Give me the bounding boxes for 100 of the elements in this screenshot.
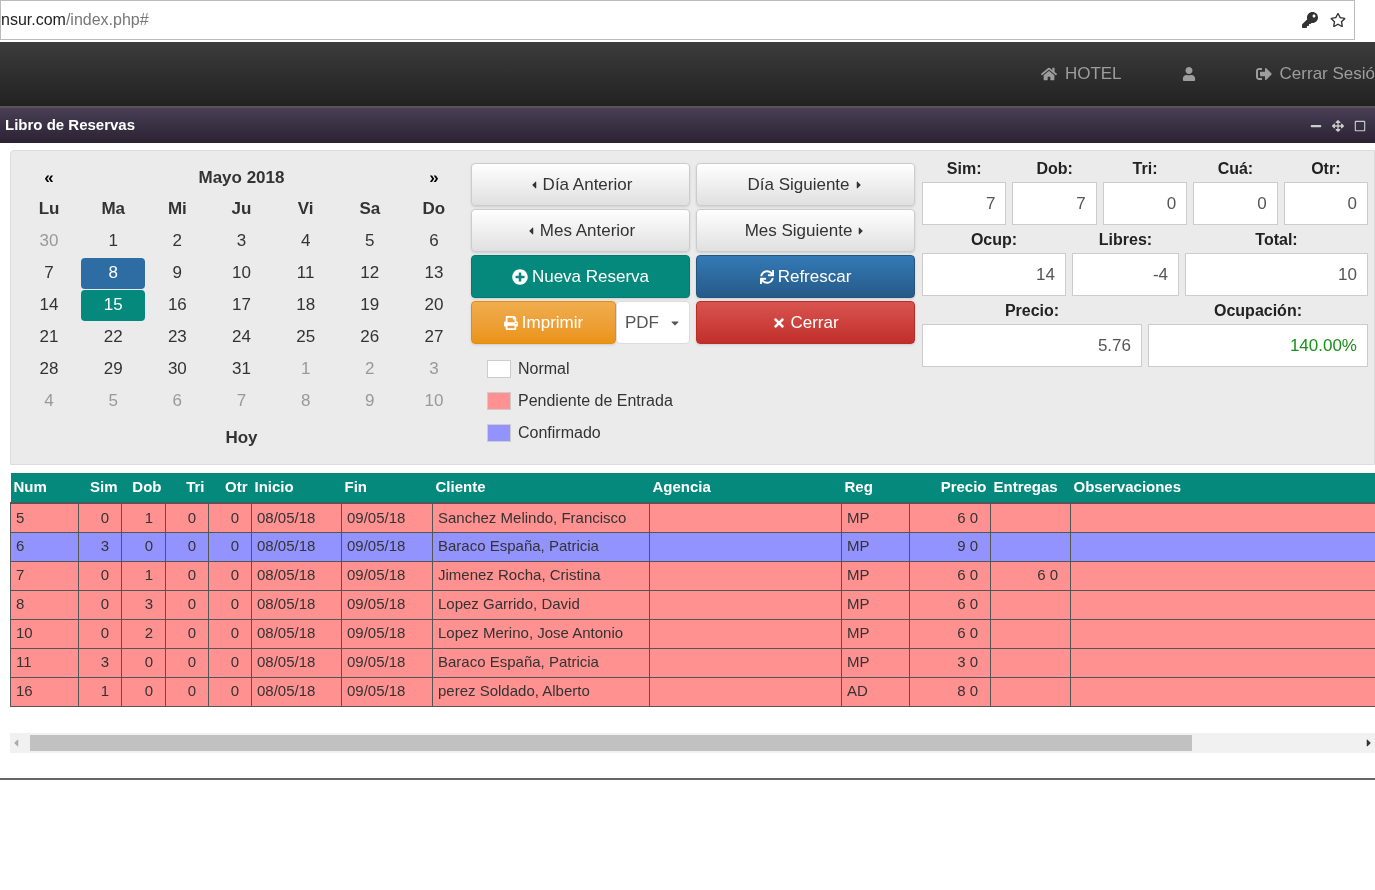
table-cell: 0 xyxy=(78,503,122,532)
calendar-day[interactable]: 21 xyxy=(17,321,82,353)
table-cell: Jimenez Rocha, Cristina xyxy=(432,561,650,590)
table-cell: Baraco España, Patricia xyxy=(432,532,650,561)
table-cell: 6 0 xyxy=(990,561,1071,590)
stat-field[interactable]: 7 xyxy=(1012,182,1097,225)
reservation-row[interactable]: 10 0 2 0 0 08/05/18 09/05/18 Lopez Merino, Jose Antonio MP 6 0 xyxy=(10,619,1375,648)
prev-month-link[interactable]: « xyxy=(17,165,82,191)
stat-field[interactable]: 0 xyxy=(1283,182,1369,225)
nav-link[interactable]: HOTEL xyxy=(1040,61,1122,87)
calendar-day[interactable]: 18 xyxy=(273,289,338,321)
calendar-day[interactable]: 3 xyxy=(209,225,274,257)
calendar-day[interactable]: 9 xyxy=(145,257,210,289)
calendar-day[interactable]: 7 xyxy=(17,257,82,289)
table-cell: 5 xyxy=(10,503,79,532)
reservation-row[interactable]: 6 3 0 0 0 08/05/18 09/05/18 Baraco España, Patricia MP 9 0 xyxy=(10,532,1375,561)
table-cell: 09/05/18 xyxy=(341,619,433,648)
scrollbar-thumb[interactable] xyxy=(30,734,1192,751)
calendar-day[interactable]: 22 xyxy=(81,321,146,353)
close-icon xyxy=(772,315,787,330)
table-cell: MP xyxy=(841,648,910,677)
stat-field[interactable]: -4 xyxy=(1072,253,1179,296)
legend-label: Confirmado xyxy=(518,423,601,443)
move-icon[interactable] xyxy=(1332,119,1344,132)
stat-field[interactable]: 7 xyxy=(922,182,1007,225)
calendar-day[interactable]: 20 xyxy=(401,289,466,321)
table-cell: 0 xyxy=(208,503,252,532)
next-button[interactable]: Mes Siguiente xyxy=(696,209,915,252)
calendar-day[interactable]: 4 xyxy=(273,225,338,257)
table-cell: 0 xyxy=(78,590,122,619)
calendar-day[interactable]: 27 xyxy=(401,321,466,353)
refresh-icon xyxy=(759,269,774,284)
table-cell: 0 xyxy=(208,561,252,590)
calendar-day[interactable]: 30 xyxy=(145,353,210,385)
logout-icon xyxy=(1255,66,1272,82)
calendar-day[interactable]: 5 xyxy=(337,225,402,257)
prev-button[interactable]: Día Anterior xyxy=(471,163,690,206)
table-cell: 6 0 xyxy=(909,619,991,648)
calendar-day[interactable]: 26 xyxy=(337,321,402,353)
calendar-title: Mayo 2018 xyxy=(197,167,286,190)
stat-label: Ocupación: xyxy=(1213,301,1303,321)
calendar-day[interactable]: 28 xyxy=(17,353,82,385)
stat-field[interactable]: 14 xyxy=(922,253,1066,296)
calendar-day[interactable]: 6 xyxy=(401,225,466,257)
maximize-icon[interactable] xyxy=(1354,119,1366,132)
table-cell: 09/05/18 xyxy=(341,532,433,561)
table-cell: 09/05/18 xyxy=(341,503,433,532)
nav-link[interactable] xyxy=(1181,67,1196,81)
nav-link[interactable]: Cerrar Sesió xyxy=(1255,61,1375,87)
stat-label: Precio: xyxy=(1003,301,1061,321)
horizontal-scrollbar[interactable] xyxy=(10,732,1375,753)
calendar-day[interactable]: 24 xyxy=(209,321,274,353)
reservation-row[interactable]: 7 0 1 0 0 08/05/18 09/05/18 Jimenez Rocha, Cristina MP 6 0 6 0 xyxy=(10,561,1375,590)
table-cell: perez Soldado, Alberto xyxy=(432,677,650,706)
table-cell: 1 xyxy=(78,677,122,706)
table-cell: 9 0 xyxy=(909,532,991,561)
calendar-day[interactable]: 1 xyxy=(81,225,146,257)
table-cell: 0 xyxy=(208,619,252,648)
calendar-day[interactable]: 31 xyxy=(209,353,274,385)
close-button[interactable]: Cerrar xyxy=(696,301,915,344)
address-bar[interactable]: nsur.com/index.php# xyxy=(0,0,1355,40)
table-cell: 6 0 xyxy=(909,503,991,532)
star-icon[interactable] xyxy=(1330,12,1346,28)
table-cell: MP xyxy=(841,619,910,648)
table-cell: 3 xyxy=(78,648,122,677)
table-cell: 08/05/18 xyxy=(251,503,342,532)
calendar-day[interactable]: 13 xyxy=(401,257,466,289)
reservation-row[interactable]: 11 3 0 0 0 08/05/18 09/05/18 Baraco España, Patricia MP 3 0 xyxy=(10,648,1375,677)
calendar-day[interactable]: 2 xyxy=(145,225,210,257)
stat-field[interactable]: 0 xyxy=(1193,182,1278,225)
calendar-day[interactable]: 16 xyxy=(145,289,210,321)
home-icon xyxy=(1040,66,1057,82)
table-cell: 0 xyxy=(121,677,166,706)
calendar-day[interactable]: 29 xyxy=(81,353,146,385)
next-button[interactable]: Día Siguiente xyxy=(696,163,915,206)
calendar-day[interactable]: 25 xyxy=(273,321,338,353)
calendar-day[interactable]: 10 xyxy=(209,257,274,289)
reservation-row[interactable]: 16 1 0 0 0 08/05/18 09/05/18 perez Soldado, Alberto AD 8 0 xyxy=(10,677,1375,706)
reservation-row[interactable]: 5 0 1 0 0 08/05/18 09/05/18 Sanchez Melindo, Francisco MP 6 0 xyxy=(10,503,1375,532)
format-select[interactable]: PDF xyxy=(616,301,690,344)
calendar-day[interactable]: 8 xyxy=(81,257,146,289)
stat-field[interactable]: 140.00% xyxy=(1148,324,1368,367)
reservation-row[interactable]: 8 0 3 0 0 08/05/18 09/05/18 Lopez Garrido, David MP 6 0 xyxy=(10,590,1375,619)
calendar-day[interactable]: 19 xyxy=(337,289,402,321)
stat-field[interactable]: 10 xyxy=(1185,253,1368,296)
stat-field[interactable]: 5.76 xyxy=(922,324,1142,367)
today-link[interactable]: Hoy xyxy=(225,425,258,451)
table-cell: 0 xyxy=(165,503,209,532)
key-icon[interactable] xyxy=(1302,12,1318,28)
new-button[interactable]: Nueva Reserva xyxy=(471,255,690,298)
calendar-day[interactable]: 14 xyxy=(17,289,82,321)
refresh-button[interactable]: Refrescar xyxy=(696,255,915,298)
calendar-day[interactable]: 23 xyxy=(145,321,210,353)
calendar-day[interactable]: 11 xyxy=(273,257,338,289)
prev-button[interactable]: Mes Anterior xyxy=(471,209,690,252)
stat-field[interactable]: 0 xyxy=(1102,182,1188,225)
calendar-day[interactable]: 15 xyxy=(81,289,146,321)
calendar-day[interactable]: 12 xyxy=(337,257,402,289)
calendar-day[interactable]: 17 xyxy=(209,289,274,321)
next-month-link[interactable]: » xyxy=(401,165,466,191)
